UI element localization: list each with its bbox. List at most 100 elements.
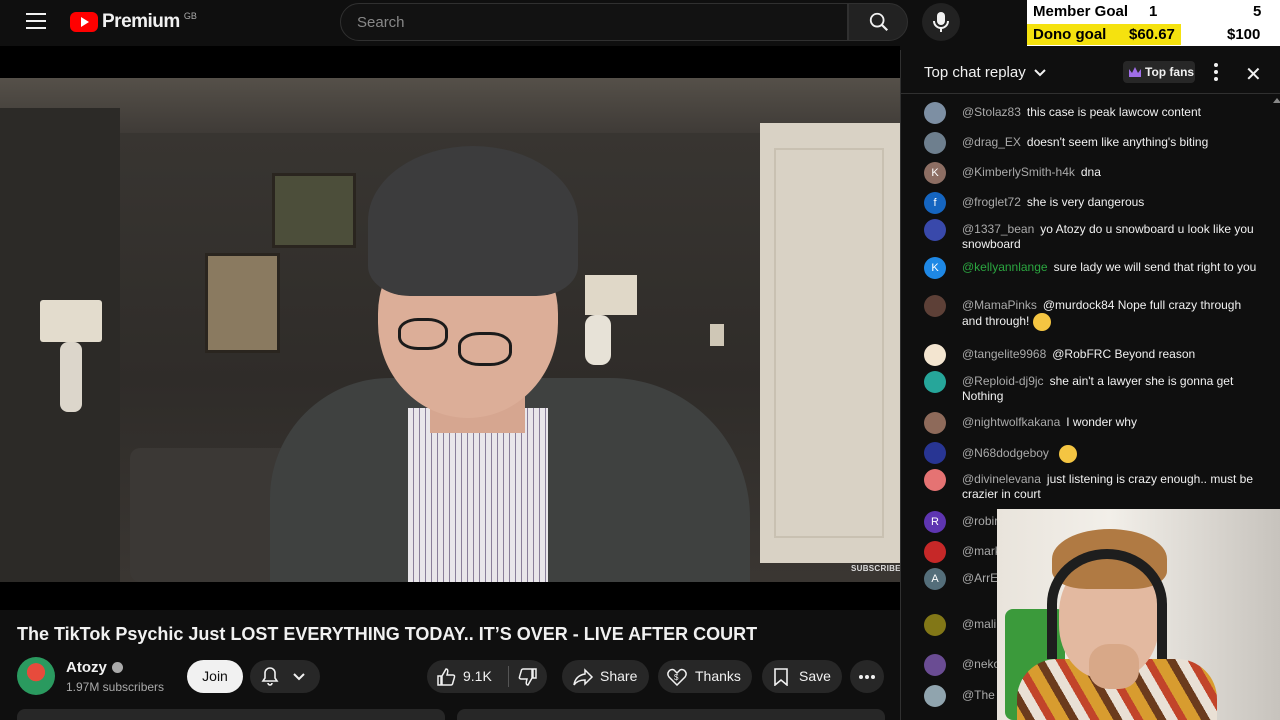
thanks-button[interactable]: $ Thanks <box>658 660 752 693</box>
chat-more-icon[interactable] <box>1214 63 1218 84</box>
chat-message-content: @froglet72 she is very dangerous <box>962 195 1262 210</box>
chat-author-name[interactable]: @Stolaz83 <box>962 105 1021 119</box>
logo-region: GB <box>183 11 197 21</box>
video-frame <box>0 78 900 582</box>
thumbs-up-icon <box>437 668 456 686</box>
chat-author-name[interactable]: @neko <box>962 657 1000 671</box>
member-goal-label: Member Goal <box>1033 3 1129 20</box>
chat-message-content: @1337_bean yo Atozy do u snowboard u look… <box>962 222 1262 252</box>
subscribe-watermark[interactable]: SUBSCRIBE <box>851 564 900 573</box>
microphone-icon <box>933 12 949 32</box>
chat-message-content: @Reploid-dj9jc she ain't a lawyer she is … <box>962 374 1262 404</box>
thanks-heart-icon: $ <box>667 668 687 686</box>
search-button[interactable] <box>848 3 908 41</box>
chat-author-name[interactable]: @kellyannlange <box>962 260 1048 274</box>
top-fans-button[interactable]: Top fans <box>1123 61 1195 83</box>
channel-name[interactable]: Atozy <box>66 659 123 676</box>
dono-goal-row: Dono goal $60.67 $100 <box>1027 23 1280 46</box>
emoji-icon <box>1033 313 1052 331</box>
emoji-icon <box>1058 445 1077 463</box>
chat-author-avatar[interactable] <box>924 371 946 393</box>
channel-avatar[interactable] <box>17 657 55 695</box>
subscriber-count: 1.97M subscribers <box>66 680 165 694</box>
chat-author-avatar[interactable] <box>924 685 946 707</box>
close-icon[interactable]: ✕ <box>1245 62 1262 87</box>
chat-author-name[interactable]: @robir <box>962 514 998 528</box>
youtube-watch-page: Premium GB Search Member Goal 1 5 Dono g… <box>0 0 1280 720</box>
chat-author-avatar[interactable] <box>924 344 946 366</box>
save-button[interactable]: Save <box>762 660 842 693</box>
chat-author-name[interactable]: @divinelevana <box>962 472 1041 486</box>
chat-message-text: I wonder why <box>1066 415 1137 429</box>
notifications-button[interactable] <box>250 660 320 693</box>
chat-author-avatar[interactable] <box>924 469 946 491</box>
chat-author-name[interactable]: @1337_bean <box>962 222 1034 236</box>
dono-goal-current: $60.67 <box>1129 26 1175 43</box>
chat-author-avatar[interactable]: K <box>924 257 946 279</box>
chat-author-name[interactable]: @N68dodgeboy <box>962 446 1049 460</box>
chevron-down-icon <box>293 673 305 681</box>
chat-author-avatar[interactable] <box>924 295 946 317</box>
search-input[interactable]: Search <box>340 3 848 41</box>
dono-goal-label: Dono goal <box>1033 26 1107 43</box>
description-panel-edge <box>17 709 445 720</box>
youtube-premium-logo[interactable]: Premium GB <box>70 11 197 33</box>
dislike-button[interactable] <box>509 660 547 693</box>
chat-author-avatar[interactable]: K <box>924 162 946 184</box>
chat-message-text: @RobFRC Beyond reason <box>1052 347 1196 361</box>
chat-author-name[interactable]: @nightwolfkakana <box>962 415 1060 429</box>
chat-author-name[interactable]: @KimberlySmith-h4k <box>962 165 1075 179</box>
top-fans-label: Top fans <box>1145 65 1195 79</box>
chat-message-content: @nightwolfkakana I wonder why <box>962 415 1262 430</box>
chat-author-avatar[interactable] <box>924 541 946 563</box>
chat-mode-dropdown[interactable]: Top chat replay <box>924 64 1046 81</box>
chat-author-avatar[interactable] <box>924 102 946 124</box>
chat-author-name[interactable]: @drag_EX <box>962 135 1021 149</box>
chat-author-avatar[interactable]: f <box>924 192 946 214</box>
chat-message-text: she is very dangerous <box>1026 195 1145 209</box>
chat-author-avatar[interactable]: R <box>924 511 946 533</box>
chat-author-avatar[interactable] <box>924 442 946 464</box>
chat-message-content: @tangelite9968 @RobFRC Beyond reason <box>962 347 1262 362</box>
more-actions-button[interactable] <box>850 660 884 693</box>
chat-author-avatar[interactable] <box>924 614 946 636</box>
like-button[interactable]: 9.1K <box>427 660 508 693</box>
chat-author-avatar[interactable] <box>924 412 946 434</box>
voice-search-button[interactable] <box>922 3 960 41</box>
chat-author-name[interactable]: @mark <box>962 544 1001 558</box>
join-button[interactable]: Join <box>187 660 243 693</box>
thanks-label: Thanks <box>695 668 741 684</box>
chat-author-avatar[interactable] <box>924 132 946 154</box>
like-count: 9.1K <box>463 668 492 684</box>
dono-goal-target: $100 <box>1227 26 1261 43</box>
channel-name-text: Atozy <box>66 659 107 676</box>
chat-author-name[interactable]: @froglet72 <box>962 195 1021 209</box>
chat-author-name[interactable]: @MamaPinks <box>962 298 1037 312</box>
chat-message-text: this case is peak lawcow content <box>1026 105 1201 119</box>
member-goal-current: 1 <box>1149 3 1158 20</box>
chat-message-text: dna <box>1080 165 1101 179</box>
chevron-down-icon <box>1034 69 1046 77</box>
chat-author-avatar[interactable] <box>924 219 946 241</box>
share-button[interactable]: Share <box>562 660 649 693</box>
logo-text: Premium <box>102 11 180 32</box>
search-icon <box>869 12 889 32</box>
video-title: The TikTok Psychic Just LOST EVERYTHING … <box>17 624 758 644</box>
youtube-play-icon <box>70 12 98 32</box>
menu-icon[interactable] <box>26 13 46 29</box>
stream-goals-overlay: Member Goal 1 5 Dono goal $60.67 $100 <box>1027 0 1280 46</box>
chat-message-content: @Stolaz83 this case is peak lawcow conten… <box>962 105 1262 120</box>
chat-message-content: @N68dodgeboy <box>962 445 1262 463</box>
chat-author-name[interactable]: @mali <box>962 617 996 631</box>
chat-author-name[interactable]: @tangelite9968 <box>962 347 1046 361</box>
chat-message-content: @drag_EX doesn't seem like anything's bit… <box>962 135 1262 150</box>
bookmark-icon <box>774 668 788 686</box>
crown-icon <box>1129 67 1141 77</box>
chat-message-content: @divinelevana just listening is crazy eno… <box>962 472 1262 502</box>
chat-author-name[interactable]: @The <box>962 688 995 702</box>
chat-author-name[interactable]: @ArrE <box>962 571 998 585</box>
chat-author-name[interactable]: @Reploid-dj9jc <box>962 374 1044 388</box>
chat-author-avatar[interactable] <box>924 654 946 676</box>
video-player[interactable]: SUBSCRIBE <box>0 46 900 610</box>
chat-author-avatar[interactable]: A <box>924 568 946 590</box>
